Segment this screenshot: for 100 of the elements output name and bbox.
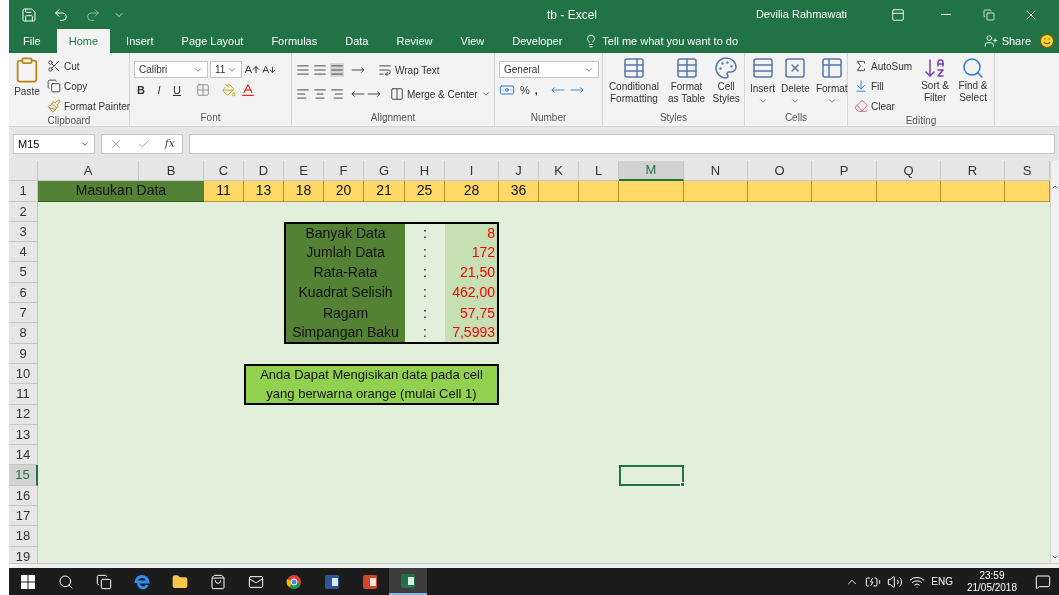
name-box[interactable]: M15 (13, 134, 95, 154)
row-header[interactable]: 12 (9, 404, 38, 425)
ribbon-tab[interactable]: File (11, 29, 53, 53)
row-header[interactable]: 1 (9, 181, 38, 202)
paste-button[interactable]: Paste (13, 56, 41, 99)
ribbon-tab[interactable]: Developer (500, 29, 575, 53)
column-header[interactable]: R (941, 161, 1005, 182)
undo-icon (53, 6, 69, 23)
percent-button[interactable]: % (520, 82, 530, 99)
column-header[interactable]: L (579, 161, 619, 182)
table-cell-text: : (422, 242, 428, 262)
row-header[interactable]: 2 (9, 201, 38, 222)
column-header[interactable]: B (139, 161, 204, 182)
styles-button[interactable]: Format as Table (664, 56, 709, 105)
tell-me-field[interactable]: Tell me what you want to do (602, 32, 739, 50)
ribbon-tab[interactable]: Page Layout (169, 29, 256, 53)
cells-button[interactable]: Insert (749, 56, 776, 106)
copy-button[interactable]: Copy (45, 76, 133, 96)
font-name-field[interactable]: Calibri (134, 61, 208, 78)
table-cell: Rata-Rata (284, 262, 405, 283)
column-header[interactable]: P (812, 161, 877, 182)
comma-button[interactable]: , (534, 82, 538, 99)
ribbon-tab[interactable]: Insert (114, 29, 166, 53)
column-header[interactable]: J (499, 161, 539, 182)
row-header[interactable]: 9 (9, 343, 38, 364)
row-header[interactable]: 4 (9, 242, 38, 263)
row-header[interactable]: 8 (9, 323, 38, 344)
fill-color-button[interactable] (222, 83, 236, 98)
wrap-text-button[interactable]: Wrap Text (376, 60, 442, 80)
row-header[interactable]: 15 (9, 465, 38, 486)
formula-input-field[interactable] (189, 134, 1055, 154)
ribbon-tab[interactable]: View (448, 29, 497, 53)
row-header[interactable]: 18 (9, 526, 38, 547)
column-header[interactable]: M (619, 161, 684, 182)
instruction-note: Anda Dapat Mengisikan data pada cell yang berwarna orange (mulai Cell 1) (244, 363, 499, 405)
row-header[interactable]: 13 (9, 424, 38, 446)
ribbon-tab[interactable]: Data (333, 29, 381, 53)
table-cell: 57,75 (445, 303, 499, 324)
row-header[interactable]: 6 (9, 282, 38, 304)
bold-button[interactable]: B (134, 82, 148, 99)
font-size-field[interactable]: 11 (210, 61, 242, 78)
vertical-scrollbar[interactable] (1050, 161, 1059, 563)
row-header[interactable]: 7 (9, 303, 38, 324)
row-header[interactable]: 17 (9, 506, 38, 527)
column-header[interactable]: A (38, 161, 139, 182)
row-header[interactable]: 16 (9, 485, 38, 507)
styles-button[interactable]: Conditional Formatting (607, 56, 661, 105)
row-header[interactable]: 3 (9, 221, 38, 243)
editing-button[interactable]: Find & Select (956, 56, 990, 104)
rows-icon (750, 56, 775, 80)
input-cell (684, 181, 748, 202)
selected-cell[interactable] (619, 465, 684, 486)
column-header[interactable]: I (445, 161, 499, 182)
row-header[interactable]: 11 (9, 384, 38, 405)
language-indicator[interactable]: ENG (931, 574, 953, 589)
fill-button[interactable]: Fill (852, 76, 915, 96)
column-header[interactable]: G (364, 161, 405, 182)
insert-function-button[interactable]: fx (164, 135, 176, 153)
ribbon-tab[interactable]: Home (56, 29, 111, 53)
borders-button[interactable] (196, 83, 210, 98)
row-header[interactable]: 14 (9, 445, 38, 466)
input-cell (877, 181, 941, 202)
cut-button[interactable]: Cut (45, 56, 133, 76)
column-header[interactable]: N (684, 161, 748, 182)
italic-button[interactable]: I (152, 82, 166, 99)
column-header[interactable]: K (539, 161, 579, 182)
clock-date: 21/05/2018 (966, 581, 1017, 594)
table-cell: 172 (445, 242, 499, 263)
excel-button[interactable] (389, 568, 427, 595)
font-color-button[interactable] (240, 82, 256, 99)
row-header[interactable]: 10 (9, 363, 38, 385)
column-header[interactable]: S (1005, 161, 1050, 182)
column-header[interactable]: D (244, 161, 284, 182)
ribbon-tab[interactable]: Review (384, 29, 445, 53)
table-cell: 21,50 (445, 262, 499, 283)
column-header[interactable]: Q (877, 161, 941, 182)
clear-button[interactable]: Clear (852, 96, 915, 116)
row-header[interactable]: 5 (9, 262, 38, 283)
merge-center-button[interactable]: Merge & Center (388, 84, 493, 104)
ribbon-tab[interactable]: Formulas (259, 29, 330, 53)
column-header[interactable]: O (748, 161, 812, 182)
editing-button[interactable]: Sort & Filter (918, 56, 953, 104)
format-painter-button[interactable]: Format Painter (45, 96, 133, 116)
cells-button[interactable]: Delete (780, 56, 811, 106)
person-plus-icon (983, 34, 998, 48)
underline-button[interactable]: U (170, 82, 184, 99)
paint-bucket-icon (222, 83, 236, 98)
column-header[interactable]: F (324, 161, 364, 182)
browser-e-icon (133, 572, 151, 591)
number-format-field[interactable]: General (499, 61, 599, 78)
share-button[interactable]: Share (975, 29, 1039, 53)
scroll-up-icon (1051, 183, 1059, 191)
column-header[interactable]: C (204, 161, 244, 182)
align-top-icon (296, 63, 310, 77)
cells-button[interactable]: Format (814, 56, 849, 106)
autosum-button[interactable]: AutoSum (852, 56, 915, 76)
styles-button[interactable]: Cell Styles (712, 56, 740, 105)
column-header[interactable]: H (405, 161, 445, 182)
column-header[interactable]: E (284, 161, 324, 182)
merge-cells-icon (390, 87, 404, 101)
